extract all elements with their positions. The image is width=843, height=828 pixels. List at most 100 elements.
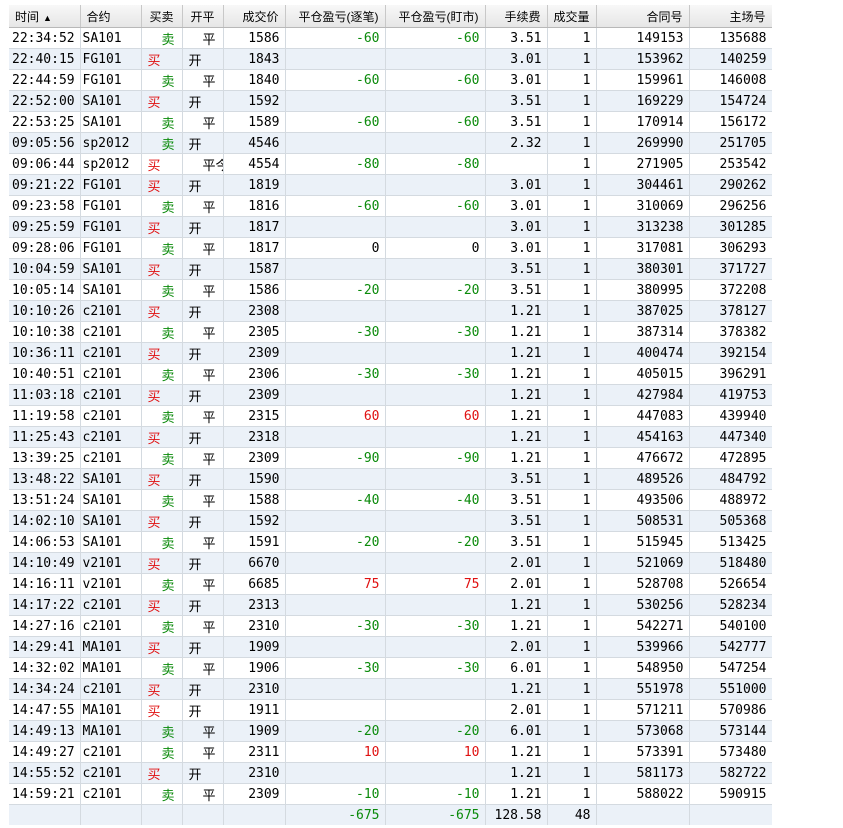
cell-direction: 买 <box>141 174 183 196</box>
cell-instrument: MA101 <box>80 657 142 679</box>
cell-fee: 1.21 <box>485 615 548 637</box>
cell-pnl-mtm <box>385 300 486 322</box>
table-row[interactable]: 14:29:41 MA101 买开 1909 2.01 1 539966 542777 <box>9 636 773 658</box>
cell-instrument: SA101 <box>80 90 142 112</box>
table-row[interactable]: 09:23:58 FG101 卖平 1816 -60 -60 3.01 1 310069 2962… <box>9 195 773 217</box>
cell-volume: 1 <box>547 468 597 490</box>
cell-contract-no: 153962 <box>596 48 690 70</box>
table-row[interactable]: 14:55:52 c2101 买开 2310 1.21 1 581173 582722 <box>9 762 773 784</box>
table-row[interactable]: 13:39:25 c2101 卖平 2309 -90 -90 1.21 1 476672 4728… <box>9 447 773 469</box>
table-row[interactable]: 14:49:13 MA101 卖平 1909 -20 -20 6.01 1 573068 5731… <box>9 720 773 742</box>
cell-time: 11:25:43 <box>9 426 81 448</box>
table-row[interactable]: 09:21:22 FG101 买开 1819 3.01 1 304461 290262 <box>9 174 773 196</box>
cell-time: 14:32:02 <box>9 657 81 679</box>
cell-pnl-trade <box>285 552 386 574</box>
cell-fee: 1.21 <box>485 762 548 784</box>
table-row[interactable]: 13:48:22 SA101 买开 1590 3.51 1 489526 484792 <box>9 468 773 490</box>
col-header-direction[interactable]: 买卖 <box>141 5 183 28</box>
table-row[interactable]: 22:34:52 SA101 卖平 1586 -60 -60 3.51 1 149153 1356… <box>9 27 773 49</box>
cell-open-close: 平 <box>182 447 224 469</box>
cell-volume: 1 <box>547 699 597 721</box>
table-row[interactable]: 09:25:59 FG101 买开 1817 3.01 1 313238 301285 <box>9 216 773 238</box>
cell-direction: 卖 <box>141 657 183 679</box>
cell-price: 4554 <box>223 153 286 175</box>
col-header-pnl-mtm[interactable]: 平仓盈亏(盯市) <box>385 5 486 28</box>
cell-open-close: 开 <box>182 426 224 448</box>
col-header-contract-no[interactable]: 合同号 <box>596 5 690 28</box>
cell-instrument: SA101 <box>80 279 142 301</box>
cell-open-close: 平 <box>182 111 224 133</box>
cell-open-close: 开 <box>182 174 224 196</box>
cell-contract-no: 489526 <box>596 468 690 490</box>
cell-open-close: 开 <box>182 552 224 574</box>
table-row[interactable]: 09:28:06 FG101 卖平 1817 0 0 3.01 1 317081 306293 <box>9 237 773 259</box>
table-row[interactable]: 14:47:55 MA101 买开 1911 2.01 1 571211 570986 <box>9 699 773 721</box>
table-row[interactable]: 14:59:21 c2101 卖平 2309 -10 -10 1.21 1 588022 5909… <box>9 783 773 805</box>
cell-contract-no: 548950 <box>596 657 690 679</box>
cell-pnl-trade <box>285 90 386 112</box>
cell-volume: 1 <box>547 27 597 49</box>
table-row[interactable]: 14:16:11 v2101 卖平 6685 75 75 2.01 1 528708 526654 <box>9 573 773 595</box>
col-header-fee[interactable]: 手续费 <box>485 5 548 28</box>
cell-direction: 卖 <box>141 720 183 742</box>
table-row[interactable]: 10:10:26 c2101 买开 2308 1.21 1 387025 378127 <box>9 300 773 322</box>
table-row[interactable]: 11:25:43 c2101 买开 2318 1.21 1 454163 447340 <box>9 426 773 448</box>
cell-direction: 买 <box>141 678 183 700</box>
cell-fee: 1.21 <box>485 363 548 385</box>
table-row[interactable]: 11:19:58 c2101 卖平 2315 60 60 1.21 1 447083 439940 <box>9 405 773 427</box>
table-row[interactable]: 10:36:11 c2101 买开 2309 1.21 1 400474 392154 <box>9 342 773 364</box>
table-row[interactable]: 14:02:10 SA101 买开 1592 3.51 1 508531 505368 <box>9 510 773 532</box>
cell-price: 1816 <box>223 195 286 217</box>
cell-fee: 3.51 <box>485 510 548 532</box>
table-row[interactable]: 10:40:51 c2101 卖平 2306 -30 -30 1.21 1 405015 3962… <box>9 363 773 385</box>
cell-volume: 1 <box>547 258 597 280</box>
table-row[interactable]: 22:44:59 FG101 卖平 1840 -60 -60 3.01 1 159961 1460… <box>9 69 773 91</box>
cell-volume: 1 <box>547 216 597 238</box>
col-header-price[interactable]: 成交价 <box>223 5 286 28</box>
table-row[interactable]: 09:06:44sp2012买平今4554-80-801271905253542 <box>9 153 773 175</box>
cell-direction: 卖 <box>141 741 183 763</box>
col-header-open-close[interactable]: 开平 <box>182 5 224 28</box>
table-row[interactable]: 09:05:56 sp2012 卖开 4546 2.32 1 269990 251705 <box>9 132 773 154</box>
cell-instrument: c2101 <box>80 594 142 616</box>
table-row[interactable]: 11:03:18 c2101 买开 2309 1.21 1 427984 419753 <box>9 384 773 406</box>
table-row[interactable]: 14:49:27 c2101 卖平 2311 10 10 1.21 1 573391 573480 <box>9 741 773 763</box>
table-row[interactable]: 14:06:53 SA101 卖平 1591 -20 -20 3.51 1 515945 5134… <box>9 531 773 553</box>
table-row[interactable]: 14:32:02 MA101 卖平 1906 -30 -30 6.01 1 548950 5472… <box>9 657 773 679</box>
table-row[interactable]: 14:27:16 c2101 卖平 2310 -30 -30 1.21 1 542271 5401… <box>9 615 773 637</box>
table-row[interactable]: 10:04:59 SA101 买开 1587 3.51 1 380301 371727 <box>9 258 773 280</box>
table-row[interactable]: 14:17:22 c2101 买开 2313 1.21 1 530256 528234 <box>9 594 773 616</box>
table-row[interactable]: 13:51:24 SA101 卖平 1588 -40 -40 3.51 1 493506 4889… <box>9 489 773 511</box>
cell-pnl-mtm <box>385 594 486 616</box>
table-row[interactable]: 22:52:00 SA101 买开 1592 3.51 1 169229 154724 <box>9 90 773 112</box>
cell-instrument: c2101 <box>80 300 142 322</box>
cell-instrument: SA101 <box>80 27 142 49</box>
cell-exchange-no: 551000 <box>689 678 773 700</box>
table-row[interactable]: 22:53:25 SA101 卖平 1589 -60 -60 3.51 1 170914 1561… <box>9 111 773 133</box>
cell-pnl-trade: 60 <box>285 405 386 427</box>
table-body: 22:34:52 SA101 卖平 1586 -60 -60 3.51 1 149153 1356… <box>9 27 773 825</box>
cell-time: 14:17:22 <box>9 594 81 616</box>
col-header-time[interactable]: 时间 ▲ <box>9 5 81 28</box>
table-row[interactable]: 14:10:49 v2101 买开 6670 2.01 1 521069 518480 <box>9 552 773 574</box>
cell-volume: 1 <box>547 132 597 154</box>
table-row[interactable]: 14:34:24 c2101 买开 2310 1.21 1 551978 551000 <box>9 678 773 700</box>
cell-price: 2310 <box>223 678 286 700</box>
col-header-exchange-no[interactable]: 主场号 <box>689 5 773 28</box>
cell-direction: 卖 <box>141 195 183 217</box>
cell-price: 2309 <box>223 342 286 364</box>
cell-fee: 3.51 <box>485 90 548 112</box>
cell-time: 13:48:22 <box>9 468 81 490</box>
cell-time: 14:59:21 <box>9 783 81 805</box>
cell-time: 14:47:55 <box>9 699 81 721</box>
table-row[interactable]: 22:40:15 FG101 买开 1843 3.01 1 153962 140259 <box>9 48 773 70</box>
table-row[interactable]: 10:05:14 SA101 卖平 1586 -20 -20 3.51 1 380995 3722… <box>9 279 773 301</box>
col-header-instrument[interactable]: 合约 <box>80 5 142 28</box>
col-header-volume[interactable]: 成交量 <box>547 5 597 28</box>
cell-fee: 1.21 <box>485 783 548 805</box>
col-header-pnl-trade[interactable]: 平仓盈亏(逐笔) <box>285 5 386 28</box>
table-row[interactable]: 10:10:38 c2101 卖平 2305 -30 -30 1.21 1 387314 3783… <box>9 321 773 343</box>
cell-price: 2318 <box>223 426 286 448</box>
cell-volume: 1 <box>547 762 597 784</box>
cell-direction: 买 <box>141 426 183 448</box>
